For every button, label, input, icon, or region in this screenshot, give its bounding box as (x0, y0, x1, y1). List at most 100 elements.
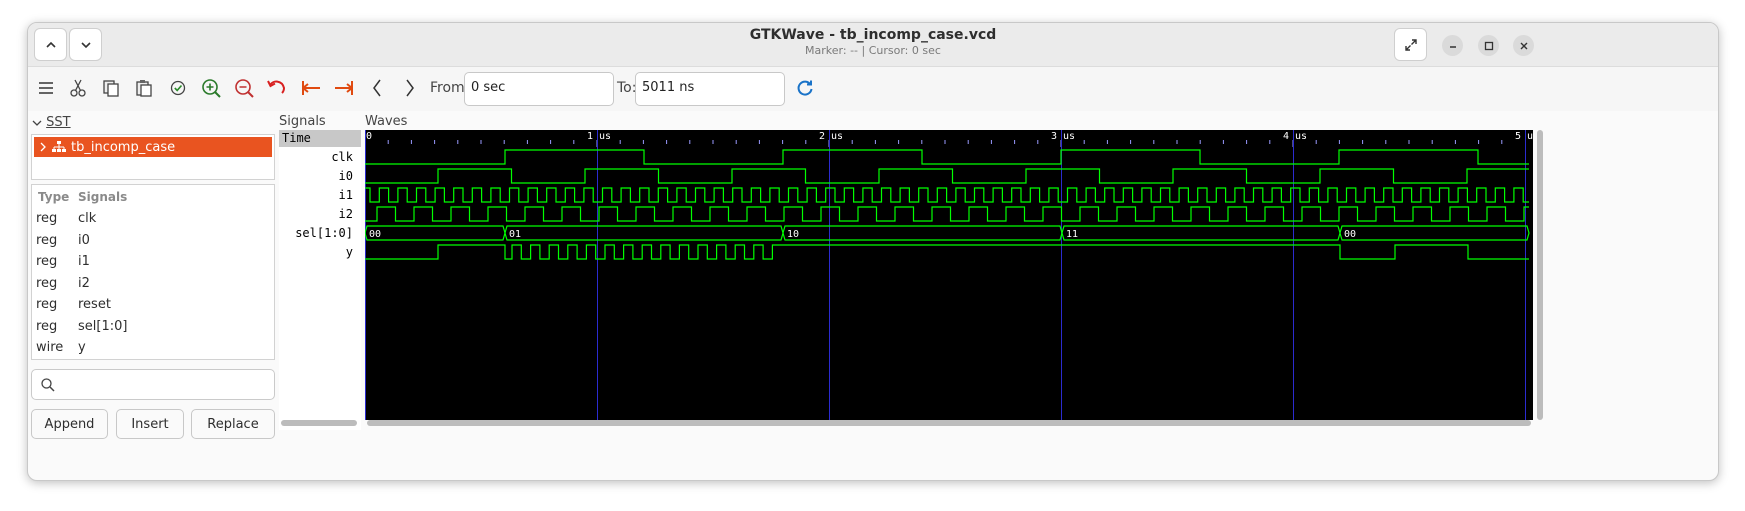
table-row[interactable]: wire y (32, 338, 274, 359)
sel-bus-segment (782, 225, 1063, 241)
hierarchy-icon (52, 141, 66, 152)
tree-item-tb-incomp-case[interactable]: tb_incomp_case (34, 137, 272, 157)
sel-bus-segment (504, 225, 784, 241)
replace-button[interactable]: Replace (191, 409, 275, 439)
titlebar: GTKWave - tb_incomp_case.vcd Marker: -- … (28, 23, 1718, 67)
arrow-to-end-icon (335, 81, 353, 95)
from-time-input[interactable]: 0 sec (464, 72, 614, 106)
sel-bus-segment (1339, 225, 1530, 241)
scissors-icon (70, 79, 86, 97)
sel-bus-value: 11 (1066, 229, 1078, 240)
time-label: 2 us (819, 131, 843, 142)
maximize-icon (1484, 41, 1493, 50)
expand-icon (1404, 38, 1417, 51)
fullscreen-button[interactable] (1394, 28, 1427, 61)
zoom-in-icon (202, 79, 221, 98)
row-signal: reset (78, 297, 111, 312)
menu-button[interactable] (31, 73, 61, 103)
waves-vertical-scrollbar[interactable] (1537, 130, 1543, 420)
waves-horizontal-scrollbar[interactable] (367, 420, 1531, 426)
table-row[interactable]: reg i1 (32, 252, 274, 273)
copy-icon (103, 80, 119, 97)
i0-waveform (365, 168, 1529, 184)
time-label: 4 us (1283, 131, 1307, 142)
window-title: GTKWave - tb_incomp_case.vcd (749, 27, 997, 43)
i2-waveform (365, 206, 1529, 222)
insert-button[interactable]: Insert (116, 409, 184, 439)
i1-waveform (365, 187, 1529, 203)
zoom-to-end-button[interactable] (329, 73, 359, 103)
signal-i1[interactable]: i1 (339, 188, 353, 202)
minimize-button[interactable] (1442, 35, 1463, 56)
waves-pane[interactable]: 0 1 us 2 us 3 us 4 us 5 us 00 01 10 11 00 (364, 130, 1539, 420)
sel-bus-segment (1061, 225, 1341, 241)
select-all-button[interactable] (163, 73, 193, 103)
zoom-in-button[interactable] (196, 73, 226, 103)
signal-search-input[interactable] (31, 369, 275, 400)
table-row[interactable]: reg clk (32, 209, 274, 230)
time-label: 1 us (587, 131, 611, 142)
row-signal: sel[1:0] (78, 319, 128, 334)
close-icon (1520, 42, 1527, 49)
gtkwave-window: GTKWave - tb_incomp_case.vcd Marker: -- … (27, 22, 1719, 481)
signals-pane-title: Signals (279, 114, 326, 129)
marker-cursor-status: Marker: -- | Cursor: 0 sec (805, 44, 941, 57)
chevron-down-icon (32, 120, 42, 126)
maximize-button[interactable] (1478, 35, 1499, 56)
time-label: 0 (366, 131, 372, 142)
row-type: reg (36, 297, 58, 312)
zoom-out-icon (235, 79, 254, 98)
waveform-canvas[interactable]: 0 1 us 2 us 3 us 4 us 5 us 00 01 10 11 00 (364, 130, 1539, 420)
row-signal: i0 (78, 233, 90, 248)
column-signals[interactable]: Signals (78, 190, 127, 204)
row-type: reg (36, 276, 58, 291)
sst-label: SST (46, 115, 71, 130)
signals-horizontal-scrollbar[interactable] (281, 420, 357, 426)
sst-header[interactable]: SST (32, 115, 71, 130)
time-header[interactable]: Time (279, 130, 361, 147)
undo-icon (267, 80, 286, 94)
reload-button[interactable] (790, 73, 820, 103)
table-row[interactable]: reg sel[1:0] (32, 317, 274, 338)
paste-button[interactable] (129, 73, 159, 103)
table-row[interactable]: reg i2 (32, 274, 274, 295)
row-type: reg (36, 211, 58, 226)
signal-y[interactable]: y (346, 245, 353, 259)
signal-clk[interactable]: clk (331, 150, 353, 164)
arrow-to-start-icon (302, 81, 320, 95)
row-signal: i2 (78, 276, 90, 291)
hamburger-menu-icon (39, 82, 53, 94)
sel-bus-value: 01 (509, 229, 521, 240)
chevron-left-icon (373, 79, 381, 97)
title-area: GTKWave - tb_incomp_case.vcd Marker: -- … (28, 27, 1718, 57)
signal-i0[interactable]: i0 (339, 169, 353, 183)
clk-waveform (365, 149, 1529, 165)
cut-button[interactable] (63, 73, 93, 103)
row-signal: y (78, 340, 86, 355)
time-label: 5 us (1515, 131, 1533, 142)
toolbar: From: 0 sec To: 5011 ns (28, 67, 1718, 111)
row-type: reg (36, 233, 58, 248)
zoom-out-button[interactable] (229, 73, 259, 103)
waves-pane-title: Waves (365, 114, 408, 129)
row-type: reg (36, 319, 58, 334)
append-button[interactable]: Append (31, 409, 108, 439)
row-signal: i1 (78, 254, 90, 269)
column-type[interactable]: Type (38, 190, 69, 204)
zoom-to-start-button[interactable] (296, 73, 326, 103)
undo-zoom-button[interactable] (262, 73, 292, 103)
copy-button[interactable] (96, 73, 126, 103)
close-button[interactable] (1513, 35, 1534, 56)
prev-page-button[interactable] (362, 73, 392, 103)
table-row[interactable]: reg i0 (32, 231, 274, 252)
row-type: wire (36, 340, 64, 355)
signal-sel[interactable]: sel[1:0] (295, 226, 353, 240)
chevron-right-icon (406, 79, 414, 97)
row-signal: clk (78, 211, 97, 226)
reload-icon (797, 80, 813, 96)
next-page-button[interactable] (395, 73, 425, 103)
signal-i2[interactable]: i2 (339, 207, 353, 221)
table-row[interactable]: reg reset (32, 295, 274, 316)
to-time-input[interactable]: 5011 ns (635, 72, 785, 106)
row-type: reg (36, 254, 58, 269)
